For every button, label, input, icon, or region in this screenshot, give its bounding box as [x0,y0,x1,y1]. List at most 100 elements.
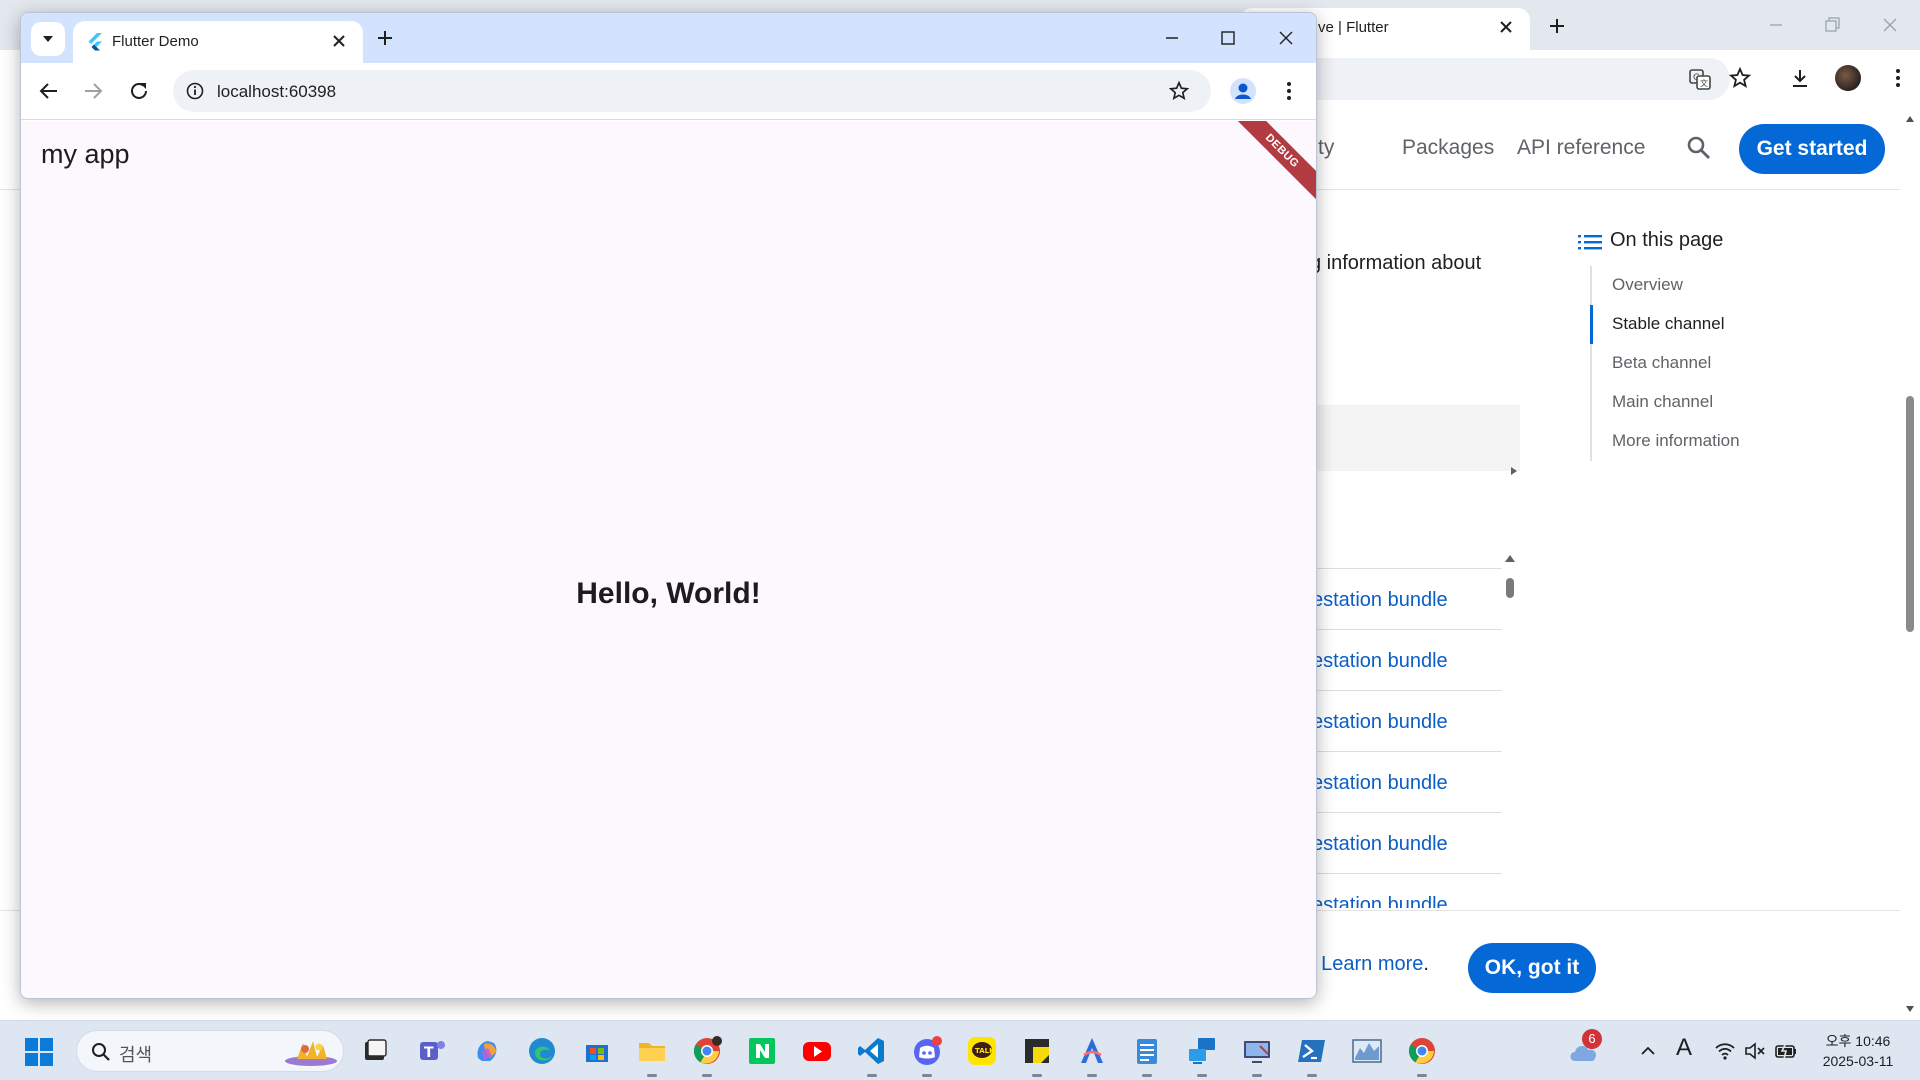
window-close-icon[interactable] [1876,12,1904,38]
battery-charging-icon[interactable] [1774,1041,1798,1061]
search-placeholder: 검색 [119,1045,153,1065]
toc-item[interactable]: Main channel [1592,383,1740,422]
arc-icon[interactable] [1075,1034,1109,1077]
clock-date: 2025-03-11 [1822,1053,1894,1069]
back-arrow-icon[interactable] [37,79,61,103]
naver-icon[interactable] [745,1034,779,1068]
search-highlight-icon [285,1041,337,1066]
minimize-icon[interactable] [1762,12,1790,38]
background-tab-title: ve | Flutter [1318,19,1389,36]
volume-muted-icon[interactable] [1744,1041,1766,1061]
file-explorer-icon[interactable] [635,1034,669,1077]
system-clock[interactable]: 오후 10:46 2025-03-11 [1808,1031,1908,1071]
windows-start-icon[interactable] [24,1037,54,1067]
sticky-notes-icon[interactable] [1020,1034,1054,1077]
flutter-demo-window: Flutter Demo localhost:60398 my app Hell… [20,12,1317,999]
toc-item[interactable]: Beta channel [1592,344,1740,383]
taskbar-search-box[interactable]: 검색 [76,1030,344,1072]
more-menu-icon[interactable] [1886,66,1910,90]
restore-icon[interactable] [1818,12,1846,38]
chevron-up-icon[interactable] [1638,1041,1658,1061]
table-scrollbar[interactable] [1503,552,1517,912]
search-icon[interactable] [1685,134,1713,162]
scrollbar-thumb[interactable] [1506,578,1514,598]
discord-icon[interactable] [910,1034,944,1077]
app-bar-title: my app [41,139,130,169]
download-icon[interactable] [1788,66,1812,90]
running-indicator [1307,1074,1317,1077]
toc-item[interactable]: More information [1592,422,1740,461]
release-row-link[interactable]: estation bundle [1310,630,1502,691]
scroll-right-icon[interactable] [1509,466,1519,476]
scrollbar-thumb[interactable] [1906,396,1914,632]
running-indicator [1032,1074,1042,1077]
close-icon[interactable] [1496,17,1516,37]
notepad-icon[interactable] [1130,1034,1164,1077]
get-started-button[interactable]: Get started [1739,124,1885,174]
scroll-up-icon[interactable] [1503,552,1517,564]
task-view-icon[interactable] [358,1034,392,1068]
nav-link-packages[interactable]: Packages [1402,136,1494,160]
edge-icon[interactable] [525,1034,559,1068]
toc-title: On this page [1610,229,1724,251]
chrome-icon[interactable] [690,1034,724,1077]
youtube-icon[interactable] [800,1034,834,1068]
flutter-app-viewport: my app Hello, World! DEBUG [21,121,1316,998]
bookmark-star-icon[interactable] [1728,66,1752,90]
active-tab[interactable]: Flutter Demo [73,21,363,63]
intro-text: g information about [1310,252,1482,274]
hello-world-text: Hello, World! [576,577,761,610]
release-row-link[interactable]: estation bundle [1310,569,1502,630]
translate-icon[interactable]: G文 [1688,67,1712,91]
profile-icon[interactable] [1229,77,1257,105]
scroll-down-icon[interactable] [1905,1004,1915,1014]
tab-close-icon[interactable] [329,31,349,51]
ime-indicator[interactable]: A [1676,1034,1692,1062]
kakaotalk-icon[interactable]: TALK [965,1034,999,1068]
maximize-icon[interactable] [1217,27,1239,49]
new-tab-icon[interactable] [375,28,395,48]
microsoft-store-icon[interactable] [580,1034,614,1068]
bookmark-star-icon[interactable] [1168,80,1190,102]
page-scrollbar[interactable] [1900,108,1920,1020]
cookie-message: c. Learn more. [1300,953,1429,976]
running-indicator [1417,1074,1427,1077]
code-block [1310,405,1520,471]
tab-search-button[interactable] [31,22,65,56]
ok-got-it-button[interactable]: OK, got it [1468,943,1596,993]
remote-desktop-icon[interactable] [1185,1034,1219,1077]
browser-toolbar: localhost:60398 [21,63,1316,120]
list-icon [1578,235,1602,250]
running-indicator [1142,1074,1152,1077]
chrome-icon[interactable] [1405,1034,1439,1077]
tab-title: Flutter Demo [112,33,199,50]
copilot-icon[interactable] [470,1034,504,1068]
powershell-icon[interactable] [1295,1034,1329,1077]
site-info-icon[interactable] [185,81,205,101]
toc-item[interactable]: Overview [1592,266,1740,305]
resource-monitor-icon[interactable] [1350,1034,1384,1068]
url-text[interactable]: localhost:60398 [217,82,336,102]
release-row-link[interactable]: estation bundle [1310,752,1502,813]
reload-icon[interactable] [127,79,151,103]
window-close-icon[interactable] [1275,27,1297,49]
minimize-icon[interactable] [1161,27,1183,49]
toc-item[interactable]: Stable channel [1590,305,1740,344]
profile-avatar[interactable] [1835,65,1861,91]
forward-arrow-icon[interactable] [81,79,105,103]
address-bar[interactable]: localhost:60398 [173,70,1211,112]
scroll-up-icon[interactable] [1905,114,1915,124]
release-row-link[interactable]: estation bundle [1310,874,1502,908]
vs-code-icon[interactable] [855,1034,889,1077]
running-indicator [1087,1074,1097,1077]
release-row-link[interactable]: estation bundle [1310,691,1502,752]
nav-link-api-reference[interactable]: API reference [1517,136,1645,160]
wifi-icon[interactable] [1714,1041,1736,1061]
learn-more-link[interactable]: Learn more [1321,953,1423,975]
teams-icon[interactable]: T [415,1034,449,1068]
release-row-link[interactable]: estation bundle [1310,813,1502,874]
network-monitor-icon[interactable] [1240,1034,1274,1077]
new-tab-icon[interactable] [1545,14,1569,38]
more-menu-icon[interactable] [1277,79,1301,103]
weather-badge: 6 [1582,1029,1602,1049]
